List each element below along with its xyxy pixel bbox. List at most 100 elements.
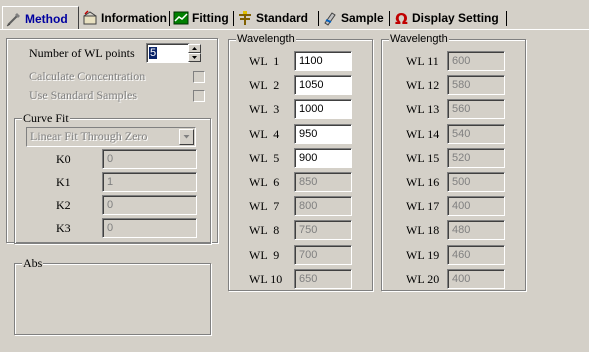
- wl-label-5: WL 5: [249, 150, 280, 165]
- wl-field-1[interactable]: 1100: [294, 51, 352, 71]
- wl-field-1[interactable]: 600: [447, 51, 505, 71]
- k0-field[interactable]: 0: [102, 149, 197, 169]
- k1-value: 1: [107, 176, 114, 188]
- fitting-icon: [173, 11, 189, 25]
- tab-standard[interactable]: Standard: [234, 8, 319, 28]
- num-wl-value: 5: [149, 47, 158, 59]
- abs-group: Abs: [14, 256, 211, 335]
- information-icon: [83, 10, 97, 25]
- dropdown-button[interactable]: [179, 129, 194, 145]
- tab-display-setting[interactable]: Ω Display Setting: [390, 8, 507, 28]
- wl-label-6: WL 6: [249, 175, 280, 189]
- wl-value-4: 540: [452, 127, 471, 140]
- use-std-checkbox[interactable]: [193, 90, 205, 102]
- wavelength-title-2: Wavelength: [389, 32, 449, 46]
- k3-label: K3: [56, 221, 71, 235]
- tab-method[interactable]: Method: [2, 6, 79, 30]
- curve-fit-select[interactable]: Linear Fit Through Zero: [26, 127, 196, 147]
- wl-value-8: 480: [452, 224, 471, 237]
- tab-information[interactable]: Information: [79, 8, 170, 28]
- k1-field[interactable]: 1: [102, 172, 197, 192]
- tab-strip: Method Information Fitting Standard Samp…: [0, 0, 589, 30]
- wl-value-10: 650: [299, 272, 318, 285]
- k2-field[interactable]: 0: [102, 195, 197, 215]
- wavelength-title-1: Wavelength: [236, 32, 296, 46]
- wl-field-8[interactable]: 750: [294, 220, 352, 241]
- wl-label-2: WL 2: [249, 78, 280, 93]
- wl-value-9: 700: [299, 248, 318, 261]
- wl-label-8: WL 8: [249, 223, 280, 238]
- wl-field-10[interactable]: 650: [294, 268, 352, 289]
- wl-label-9: WL 9: [249, 247, 280, 262]
- wl-field-4[interactable]: 540: [447, 123, 505, 144]
- sample-icon: [324, 12, 336, 26]
- tab-label: Display Setting: [412, 11, 499, 25]
- wl-value-4: 950: [299, 127, 318, 140]
- chevron-down-icon: [183, 135, 190, 139]
- svg-text:Ω: Ω: [395, 10, 408, 26]
- wl-field-5[interactable]: 520: [447, 147, 505, 168]
- num-wl-spinner[interactable]: [188, 44, 201, 62]
- wl-field-4[interactable]: 950: [294, 123, 352, 144]
- abs-title: Abs: [22, 256, 44, 270]
- wl-value-5: 520: [452, 151, 471, 164]
- tab-label: Sample: [341, 11, 384, 25]
- wl-value-2: 1050: [299, 79, 324, 92]
- wl-label-2: WL 12: [406, 78, 440, 93]
- tab-fitting[interactable]: Fitting: [170, 8, 234, 28]
- wl-label-1: WL 11: [406, 54, 439, 68]
- wl-label-4: WL 14: [406, 126, 440, 141]
- k0-value: 0: [107, 153, 114, 165]
- wl-value-5: 900: [299, 151, 318, 164]
- wl-label-4: WL 4: [249, 126, 280, 141]
- wl-value-8: 750: [299, 224, 318, 237]
- tab-label: Method: [25, 11, 68, 26]
- wl-label-8: WL 18: [406, 223, 440, 238]
- method-icon: [6, 12, 20, 26]
- wl-value-2: 580: [452, 79, 471, 92]
- tab-label: Information: [101, 11, 167, 25]
- wl-field-2[interactable]: 580: [447, 75, 505, 96]
- k0-label: K0: [56, 152, 71, 166]
- wl-label-10: WL 20: [406, 271, 440, 286]
- wl-field-9[interactable]: 460: [447, 244, 505, 265]
- wl-value-7: 400: [452, 200, 471, 213]
- display-setting-icon: Ω: [395, 10, 408, 26]
- spin-down-button[interactable]: [188, 53, 201, 62]
- wl-value-3: 560: [452, 103, 471, 116]
- wl-field-5[interactable]: 900: [294, 147, 352, 168]
- num-wl-input[interactable]: 5: [146, 43, 190, 63]
- wl-value-1: 600: [452, 55, 471, 67]
- standard-icon: [239, 11, 251, 25]
- wl-field-6[interactable]: 850: [294, 172, 352, 192]
- wl-value-10: 400: [452, 272, 471, 285]
- tab-label: Standard: [256, 11, 309, 25]
- wl-label-9: WL 19: [406, 247, 440, 262]
- wl-value-6: 500: [452, 176, 471, 188]
- calc-conc-label: Calculate Concentration: [29, 69, 146, 83]
- wl-field-6[interactable]: 500: [447, 172, 505, 192]
- k3-field[interactable]: 0: [102, 218, 197, 238]
- tab-label: Fitting: [192, 11, 229, 25]
- wl-label-3: WL 3: [249, 102, 280, 117]
- arrow-down-icon: [192, 56, 197, 59]
- curve-fit-value: Linear Fit Through Zero: [30, 129, 148, 143]
- wl-field-8[interactable]: 480: [447, 220, 505, 241]
- wl-field-9[interactable]: 700: [294, 244, 352, 265]
- arrow-up-icon: [192, 47, 197, 50]
- calc-conc-checkbox[interactable]: [193, 71, 205, 83]
- wl-field-7[interactable]: 400: [447, 196, 505, 217]
- wl-field-10[interactable]: 400: [447, 268, 505, 289]
- k2-value: 0: [107, 199, 114, 211]
- spin-up-button[interactable]: [188, 44, 201, 53]
- wl-label-10: WL 10: [249, 271, 283, 286]
- k2-label: K2: [56, 198, 71, 212]
- k3-value: 0: [107, 222, 114, 234]
- k1-label: K1: [56, 175, 71, 189]
- curve-fit-title: Curve Fit: [22, 111, 70, 125]
- wl-field-3[interactable]: 1000: [294, 99, 352, 120]
- wl-field-7[interactable]: 800: [294, 196, 352, 217]
- tab-sample[interactable]: Sample: [319, 8, 390, 28]
- wl-field-3[interactable]: 560: [447, 99, 505, 120]
- wl-field-2[interactable]: 1050: [294, 75, 352, 96]
